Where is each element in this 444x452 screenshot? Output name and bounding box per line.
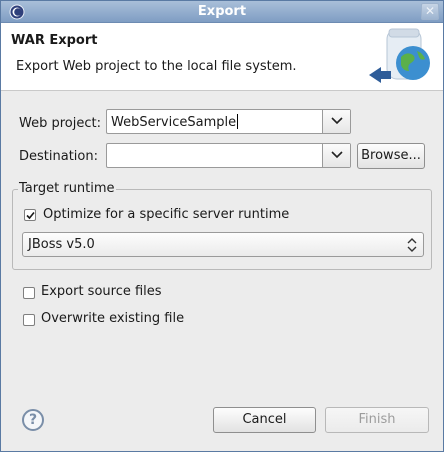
web-project-combo[interactable]: WebServiceSample — [106, 109, 351, 134]
up-down-arrows-icon — [407, 238, 417, 252]
wizard-title: WAR Export — [11, 33, 98, 48]
destination-label: Destination: — [19, 149, 98, 164]
finish-button[interactable]: Finish — [325, 407, 429, 433]
web-project-value[interactable]: WebServiceSample — [111, 114, 239, 130]
wizard-description: Export Web project to the local file sys… — [16, 59, 297, 74]
optimize-runtime-checkbox[interactable] — [24, 209, 36, 221]
window-title: Export — [197, 4, 247, 19]
runtime-select[interactable]: JBoss v5.0 — [22, 232, 424, 257]
text-caret — [237, 114, 239, 129]
help-icon[interactable]: ? — [22, 409, 44, 431]
cancel-button[interactable]: Cancel — [213, 407, 316, 433]
chevron-down-icon — [331, 117, 343, 125]
export-source-label[interactable]: Export source files — [41, 284, 162, 299]
chevron-down-icon — [331, 151, 343, 159]
export-source-checkbox[interactable] — [23, 287, 35, 299]
title-bar[interactable]: Export ✕ — [1, 1, 443, 23]
checkmark-icon — [26, 211, 35, 220]
destination-dropdown-button[interactable] — [322, 144, 350, 167]
web-project-dropdown-button[interactable] — [322, 110, 350, 133]
overwrite-checkbox[interactable] — [23, 314, 35, 326]
browse-button[interactable]: Browse... — [357, 143, 425, 169]
destination-combo[interactable] — [106, 143, 351, 168]
runtime-select-value[interactable]: JBoss v5.0 — [28, 237, 95, 252]
war-export-globe-icon — [369, 28, 430, 83]
web-project-label: Web project: — [19, 116, 101, 131]
optimize-runtime-label[interactable]: Optimize for a specific server runtime — [43, 207, 289, 222]
overwrite-label[interactable]: Overwrite existing file — [41, 311, 184, 326]
target-runtime-title: Target runtime — [18, 181, 116, 196]
wizard-header: WAR Export Export Web project to the loc… — [1, 23, 443, 91]
target-runtime-group — [12, 189, 432, 270]
export-dialog: Export ✕ WAR Export Export Web project t… — [0, 0, 444, 452]
close-button[interactable]: ✕ — [421, 3, 439, 20]
